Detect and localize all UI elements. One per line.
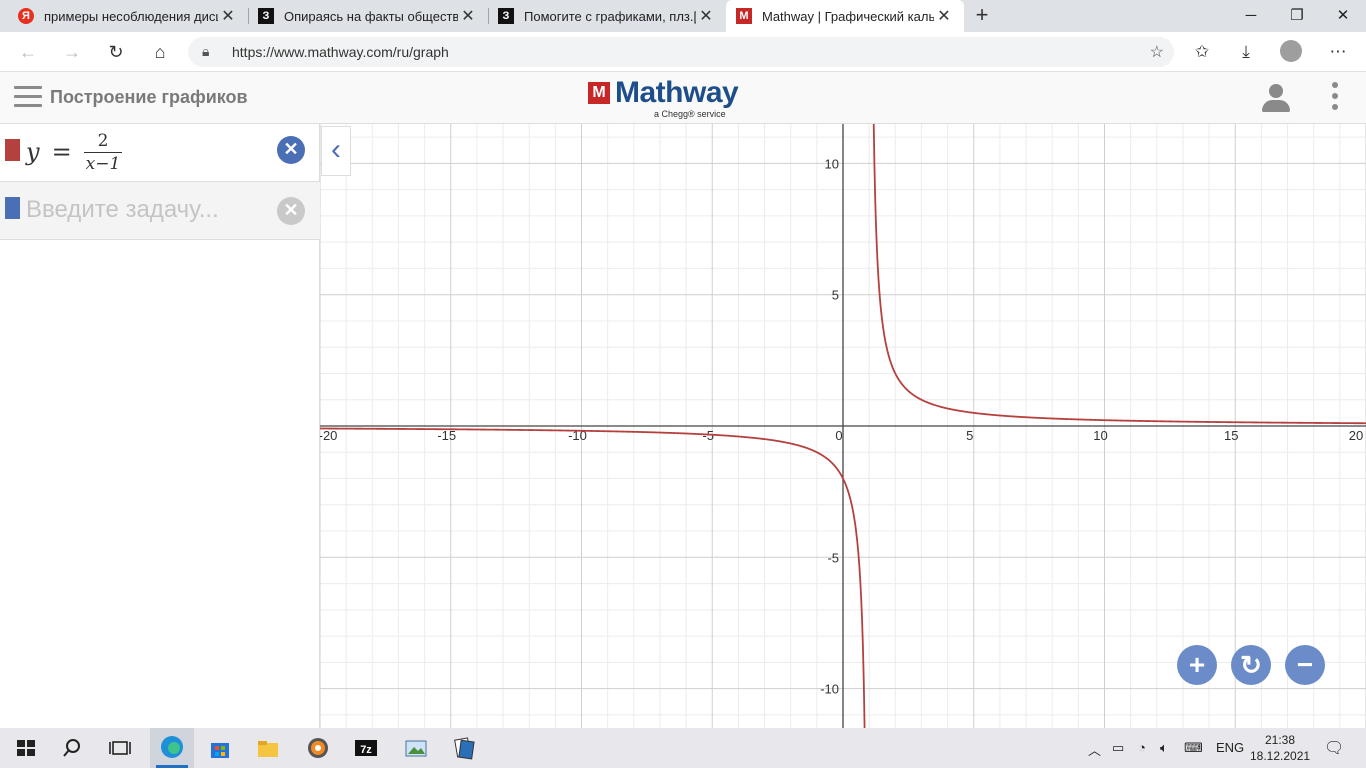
tab-title: Mathway | Графический кальку: [762, 8, 934, 24]
url-text: https://www.mathway.com/ru/graph: [232, 44, 449, 60]
more-options-icon[interactable]: [1330, 82, 1340, 114]
x-tick-label: 10: [1093, 428, 1107, 443]
y-tick-label: -10: [820, 682, 839, 697]
function-plot[interactable]: -20 -15 -10 -5 0 5 10 15 20-10-5510: [320, 124, 1366, 728]
curve-branch-left: [320, 427, 866, 728]
equation-input-placeholder[interactable]: Введите задачу...: [26, 196, 219, 224]
equation-row[interactable]: y = 2 x−1 ✕: [0, 124, 320, 182]
clear-equation-button[interactable]: ✕: [277, 197, 305, 225]
zoom-in-button[interactable]: +: [1177, 645, 1217, 685]
yandex-favicon-icon: Я: [18, 8, 34, 24]
start-windows-icon[interactable]: [12, 734, 40, 762]
mathway-logo-mark: M: [588, 82, 610, 104]
browser-tab-1[interactable]: Я примеры несоблюдения дисци ✕: [8, 0, 248, 32]
close-window-button[interactable]: ✕: [1320, 0, 1366, 32]
equation-row-empty[interactable]: Введите задачу... ✕: [0, 182, 320, 240]
solitaire-icon[interactable]: [450, 734, 478, 762]
page-title: Построение графиков: [50, 87, 248, 107]
search-icon[interactable]: [58, 734, 86, 762]
x-tick-label: 5: [966, 428, 973, 443]
y-tick-label: -5: [827, 550, 839, 565]
x-tick-label: 15: [1224, 428, 1238, 443]
clock-date: 18.12.2021: [1250, 749, 1311, 763]
x-tick-label: -20: [320, 428, 337, 443]
add-favorite-icon[interactable]: ☆: [1150, 42, 1164, 62]
fraction-denominator: x−1: [85, 153, 121, 174]
keyboard-icon[interactable]: ⌨: [1184, 740, 1203, 756]
volume-icon[interactable]: 🔈︎: [1160, 740, 1168, 756]
equation-panel: y = 2 x−1 ✕ Введите задачу... ✕: [0, 124, 320, 728]
znanija-favicon-icon: З: [258, 8, 274, 24]
tab-title: примеры несоблюдения дисци: [44, 8, 218, 24]
profile-avatar[interactable]: [1280, 40, 1302, 62]
language-indicator[interactable]: ENG: [1216, 740, 1244, 755]
back-button[interactable]: ←: [12, 38, 44, 66]
store-icon[interactable]: [206, 734, 234, 762]
tab-title: Помогите с графиками, плз.[tex: [524, 8, 696, 24]
media-player-icon[interactable]: [304, 734, 332, 762]
equation-display[interactable]: y = 2 x−1: [26, 130, 123, 174]
logo-text: Mathway: [615, 76, 739, 109]
hamburger-menu-icon[interactable]: [14, 86, 42, 108]
x-tick-label: -15: [437, 428, 456, 443]
znanija-favicon-icon: З: [498, 8, 514, 24]
address-bar[interactable]: 🔒︎ https://www.mathway.com/ru/graph ☆: [188, 37, 1174, 67]
image-viewer-icon[interactable]: [402, 734, 430, 762]
edge-taskbar-button[interactable]: [150, 728, 194, 768]
restore-button[interactable]: ❐: [1274, 0, 1320, 32]
reload-button[interactable]: ↻: [100, 38, 132, 66]
battery-icon[interactable]: ▭: [1112, 740, 1124, 756]
minimize-button[interactable]: ─: [1228, 0, 1274, 32]
home-button[interactable]: ⌂: [144, 38, 176, 66]
equation-fraction: 2 x−1: [83, 130, 123, 174]
system-clock[interactable]: 21:38 18.12.2021: [1250, 732, 1310, 764]
windows-taskbar: 7z ︿ ▭ ◔ 🔈︎ ⌨ ENG 21:38 18.12.2021 🗨︎: [0, 728, 1366, 768]
tab-strip: Я примеры несоблюдения дисци ✕ З Опираяс…: [0, 0, 1366, 32]
reset-view-button[interactable]: ↻: [1231, 645, 1271, 685]
app-header: Построение графиков M Mathway a Chegg® s…: [0, 72, 1366, 124]
browser-tab-3[interactable]: З Помогите с графиками, плз.[tex ✕: [488, 0, 726, 32]
clear-equation-button[interactable]: ✕: [277, 136, 305, 164]
collapse-panel-button[interactable]: ‹: [321, 126, 351, 176]
task-view-icon[interactable]: [106, 734, 134, 762]
svg-text:7z: 7z: [360, 744, 372, 756]
favorites-icon[interactable]: ✩: [1186, 38, 1218, 66]
equation-equals: =: [51, 138, 72, 166]
close-tab-icon[interactable]: ✕: [218, 6, 238, 26]
mathway-favicon-icon: M: [736, 8, 752, 24]
equation-lhs: y: [26, 138, 40, 166]
downloads-icon[interactable]: ⤓: [1230, 38, 1262, 66]
close-tab-icon[interactable]: ✕: [934, 6, 954, 26]
settings-more-icon[interactable]: ⋯: [1322, 38, 1354, 66]
user-account-icon[interactable]: [1260, 82, 1292, 114]
graph-canvas[interactable]: -20 -15 -10 -5 0 5 10 15 20 -10 -5 5 10: [320, 124, 1366, 728]
browser-tab-4-active[interactable]: M Mathway | Графический кальку ✕: [726, 0, 964, 32]
notifications-icon[interactable]: 🗨︎: [1324, 738, 1344, 758]
zoom-out-button[interactable]: −: [1285, 645, 1325, 685]
fraction-numerator: 2: [97, 130, 109, 151]
7zip-icon[interactable]: 7z: [352, 734, 380, 762]
close-tab-icon[interactable]: ✕: [458, 6, 478, 26]
browser-tab-2[interactable]: З Опираясь на факты обществен ✕: [248, 0, 488, 32]
tab-title: Опираясь на факты обществен: [284, 8, 458, 24]
x-tick-label: 20: [1349, 428, 1363, 443]
network-icon[interactable]: ◔: [1138, 740, 1146, 755]
lock-icon: 🔒︎: [202, 43, 210, 59]
mathway-logo[interactable]: M Mathway a Chegg® service: [588, 76, 758, 120]
forward-button[interactable]: →: [56, 38, 88, 66]
logo-subtitle: a Chegg® service: [654, 109, 726, 119]
x-tick-label: 0: [835, 428, 842, 443]
series-color-swatch[interactable]: [5, 139, 20, 161]
file-explorer-icon[interactable]: [254, 734, 282, 762]
browser-toolbar: ← → ↻ ⌂ 🔒︎ https://www.mathway.com/ru/gr…: [0, 32, 1366, 72]
new-tab-button[interactable]: +: [970, 0, 994, 32]
show-hidden-icons-icon[interactable]: ︿: [1088, 740, 1101, 759]
y-tick-label: 10: [825, 156, 839, 171]
y-tick-label: 5: [832, 288, 839, 303]
series-color-swatch[interactable]: [5, 197, 20, 219]
close-tab-icon[interactable]: ✕: [696, 6, 716, 26]
clock-time: 21:38: [1264, 733, 1296, 747]
